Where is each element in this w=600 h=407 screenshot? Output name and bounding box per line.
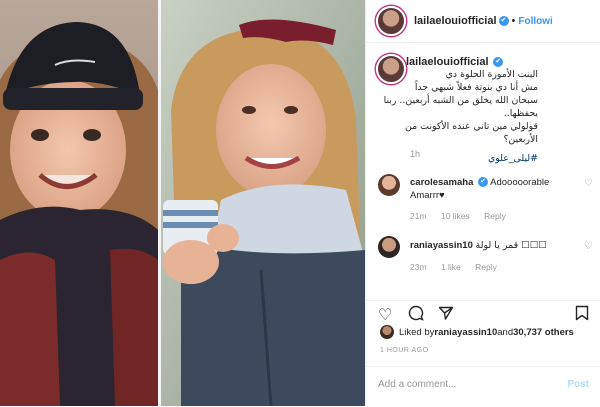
profile-avatar[interactable] xyxy=(376,6,406,36)
comment-icon[interactable] xyxy=(408,305,424,326)
post-actions: ♡ xyxy=(366,300,600,327)
caption-username[interactable]: lailaelouiofficial xyxy=(406,56,489,68)
verified-badge-icon: ✔ xyxy=(478,177,489,188)
post-comment-button[interactable]: Post xyxy=(567,379,589,390)
caption-line: قولولي مين تاني عنده الأكونت من الأربعين… xyxy=(405,121,538,145)
share-icon[interactable] xyxy=(438,305,454,326)
woman-photo xyxy=(161,0,365,406)
caption-line: سبحان الله يخلق من الشبه أربعين.. ربنا ي… xyxy=(383,95,538,119)
comment-heart-icon[interactable]: ♡ xyxy=(584,241,593,252)
likes-count[interactable]: 30,737 others xyxy=(513,327,574,338)
separator-dot: • xyxy=(511,15,516,27)
commenter-avatar[interactable] xyxy=(378,236,400,258)
comment-time: 23m xyxy=(410,262,427,272)
comment-text: carolesamaha ✔ Adooooorable Amarrr♥ xyxy=(410,176,568,202)
post-panel: lailaelouiofficial ✔ • Followi lailaelou… xyxy=(365,0,600,406)
post-header: lailaelouiofficial ✔ • Followi xyxy=(366,0,600,43)
caption-line: مش أنا دي بنوتة فعلاً شبهي جداً xyxy=(414,82,538,93)
comment-reply-button[interactable]: Reply xyxy=(475,262,497,272)
heart-icon[interactable]: ♡ xyxy=(378,305,392,325)
caption-username-line: lailaelouiofficial ✔ xyxy=(406,56,504,68)
instagram-post: lailaelouiofficial ✔ • Followi lailaelou… xyxy=(0,0,600,406)
verified-badge-icon: ✔ xyxy=(493,57,504,68)
commenter-avatar[interactable] xyxy=(378,174,400,196)
likes-summary: Liked by raniayassin10 and 30,737 others xyxy=(380,325,574,339)
header-username[interactable]: lailaelouiofficial xyxy=(414,15,497,27)
comment-reply-button[interactable]: Reply xyxy=(484,211,506,221)
add-comment-bar: Add a comment... Post xyxy=(366,366,600,407)
liker-avatar[interactable] xyxy=(380,325,394,339)
likes-middle: and xyxy=(497,326,514,338)
child-photo xyxy=(0,0,158,406)
comment-meta: 21m 10 likes Reply xyxy=(410,211,518,221)
comment-likes[interactable]: 10 likes xyxy=(441,211,470,221)
comment-username[interactable]: raniayassin10 xyxy=(410,240,473,251)
bookmark-icon[interactable] xyxy=(575,305,589,326)
comment-heart-icon[interactable]: ♡ xyxy=(584,178,593,189)
comment-text: raniayassin10 قمر يا لولة ☐☐☐ xyxy=(410,239,568,252)
caption-text: البنت الأمورة الحلوة دي مش أنا دي بنوتة … xyxy=(378,68,538,165)
verified-badge-icon: ✔ xyxy=(498,16,509,26)
comment-body: قمر يا لولة ☐☐☐ xyxy=(475,240,547,251)
add-comment-input[interactable]: Add a comment... xyxy=(378,379,456,390)
likes-prefix: Liked by xyxy=(399,326,435,338)
caption-time: 1h xyxy=(410,149,421,159)
comment-time: 21m xyxy=(410,211,427,221)
comment-meta: 23m 1 like Reply xyxy=(410,262,509,272)
likes-user[interactable]: raniayassin10 xyxy=(434,327,497,338)
post-photo[interactable] xyxy=(0,0,365,406)
comment-likes[interactable]: 1 like xyxy=(441,262,461,272)
comment-username[interactable]: carolesamaha xyxy=(410,177,473,188)
caption-line: البنت الأمورة الحلوة دي xyxy=(445,69,538,80)
follow-button[interactable]: Followi xyxy=(518,16,552,27)
caption-hashtag[interactable]: #ليلى_علوي xyxy=(378,152,538,165)
post-time-ago: 1 HOUR AGO xyxy=(380,347,429,354)
